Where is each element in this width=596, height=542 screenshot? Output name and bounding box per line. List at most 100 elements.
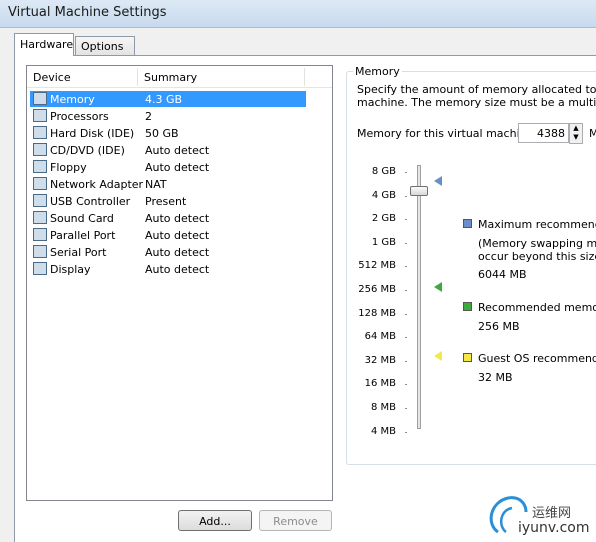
recommended-marker-icon: [434, 282, 442, 292]
scale-tick: [405, 195, 407, 197]
max-recommended-label: Maximum recommended m: [478, 218, 596, 231]
device-summary: Auto detect: [145, 144, 210, 157]
device-name: Serial Port: [50, 246, 107, 259]
device-summary: Present: [145, 195, 187, 208]
column-header-device[interactable]: Device: [33, 71, 71, 84]
max-recommended-note: (Memory swapping may: [478, 237, 596, 250]
memory-slider-track[interactable]: [417, 165, 421, 429]
device-name: Network Adapter: [50, 178, 144, 191]
device-summary: 50 GB: [145, 127, 179, 140]
device-row[interactable]: Memory 4.3 GB: [30, 91, 306, 107]
memory-spinner[interactable]: ▲ ▼: [569, 123, 583, 144]
watermark-en: iyunv.com: [518, 520, 590, 536]
max-recommended-note: occur beyond this size.): [478, 250, 596, 263]
scale-label: 8 GB: [371, 166, 396, 177]
recommended-swatch-icon: [463, 302, 472, 311]
device-name: CD/DVD (IDE): [50, 144, 125, 157]
column-divider[interactable]: [304, 68, 305, 86]
remove-button[interactable]: Remove: [259, 510, 332, 531]
max-recommended-swatch-icon: [463, 219, 472, 228]
scale-tick: [405, 172, 407, 173]
memory-unit: M: [589, 127, 596, 140]
floppy-icon: [33, 160, 47, 173]
scale-tick: [405, 219, 407, 221]
spin-down-icon[interactable]: ▼: [570, 133, 582, 142]
max-recommended-marker-icon: [434, 176, 442, 186]
scale-label: 512 MB: [358, 260, 396, 272]
column-header-summary[interactable]: Summary: [144, 71, 197, 84]
parallel-port-icon: [33, 228, 47, 241]
watermark-logo: 运维网 iyunv.com: [480, 486, 596, 542]
device-row[interactable]: Sound Card Auto detect: [30, 210, 306, 226]
column-divider[interactable]: [137, 68, 138, 86]
add-button[interactable]: Add...: [178, 510, 252, 531]
scale-label: 256 MB: [358, 284, 396, 295]
device-summary: Auto detect: [145, 212, 210, 225]
device-name: Display: [50, 263, 91, 276]
scale-tick: [405, 290, 407, 291]
scale-tick: [405, 266, 407, 268]
scale-tick: [405, 431, 407, 433]
processor-icon: [33, 109, 47, 122]
device-summary: Auto detect: [145, 161, 210, 174]
scale-label: 128 MB: [358, 307, 396, 319]
device-name: Parallel Port: [50, 229, 116, 242]
scale-tick: [405, 384, 407, 386]
device-row[interactable]: Serial Port Auto detect: [30, 244, 306, 260]
scale-tick: [405, 337, 407, 339]
memory-description-line: Specify the amount of memory allocated t…: [357, 83, 596, 96]
scale-label: 32 MB: [364, 354, 396, 366]
device-row[interactable]: Processors 2: [30, 108, 306, 124]
guest-os-marker-icon: [434, 351, 442, 361]
serial-port-icon: [33, 245, 47, 258]
scale-tick: [405, 242, 407, 244]
device-name: USB Controller: [50, 195, 131, 208]
memory-icon: [33, 92, 47, 105]
device-summary: 4.3 GB: [145, 93, 183, 106]
scale-label: 64 MB: [364, 331, 396, 343]
guest-os-value: 32 MB: [478, 371, 513, 384]
scale-label: 4 MB: [370, 425, 396, 437]
recommended-label: Recommended memory: [478, 301, 596, 314]
device-row[interactable]: Display Auto detect: [30, 261, 306, 277]
scale-label: 4 GB: [371, 189, 396, 201]
display-icon: [33, 262, 47, 275]
hard-disk-icon: [33, 126, 47, 139]
scale-label: 1 GB: [371, 236, 396, 248]
device-row[interactable]: Parallel Port Auto detect: [30, 227, 306, 243]
device-row[interactable]: CD/DVD (IDE) Auto detect: [30, 142, 306, 158]
spin-up-icon[interactable]: ▲: [570, 124, 582, 133]
tab-options[interactable]: Options: [75, 36, 135, 55]
memory-slider-thumb[interactable]: [410, 186, 428, 196]
device-list-header: Device Summary: [27, 66, 332, 88]
device-row[interactable]: USB Controller Present: [30, 193, 306, 209]
tab-hardware[interactable]: Hardware: [14, 33, 74, 56]
watermark-cn: 运维网: [532, 506, 572, 521]
scale-tick: [405, 408, 407, 409]
memory-description: Specify the amount of memory allocated t…: [357, 83, 596, 109]
device-name: Processors: [50, 110, 109, 123]
device-name: Memory: [50, 93, 95, 106]
device-name: Floppy: [50, 161, 87, 174]
max-recommended-value: 6044 MB: [478, 268, 527, 281]
device-list[interactable]: Device Summary Memory 4.3 GB Processors 2 Ha…: [26, 65, 333, 501]
device-name: Sound Card: [50, 212, 114, 225]
scale-tick: [405, 313, 407, 315]
scale-label: 2 GB: [371, 213, 396, 225]
memory-group-label: Memory: [353, 65, 402, 78]
title-bar: Virtual Machine Settings: [0, 0, 596, 28]
sound-card-icon: [33, 211, 47, 224]
scale-label: 16 MB: [364, 378, 396, 390]
device-summary: NAT: [145, 178, 167, 191]
device-name: Hard Disk (IDE): [50, 127, 135, 140]
device-row[interactable]: Hard Disk (IDE) 50 GB: [30, 125, 306, 141]
device-summary: Auto detect: [145, 263, 210, 276]
cd-dvd-icon: [33, 143, 47, 156]
recommended-value: 256 MB: [478, 320, 520, 333]
device-row[interactable]: Network Adapter NAT: [30, 176, 306, 192]
window-title: Virtual Machine Settings: [8, 5, 167, 20]
memory-description-line: machine. The memory size must be a multi…: [357, 96, 596, 109]
device-summary: Auto detect: [145, 229, 210, 242]
device-row[interactable]: Floppy Auto detect: [30, 159, 306, 175]
memory-input[interactable]: 4388: [518, 123, 569, 143]
